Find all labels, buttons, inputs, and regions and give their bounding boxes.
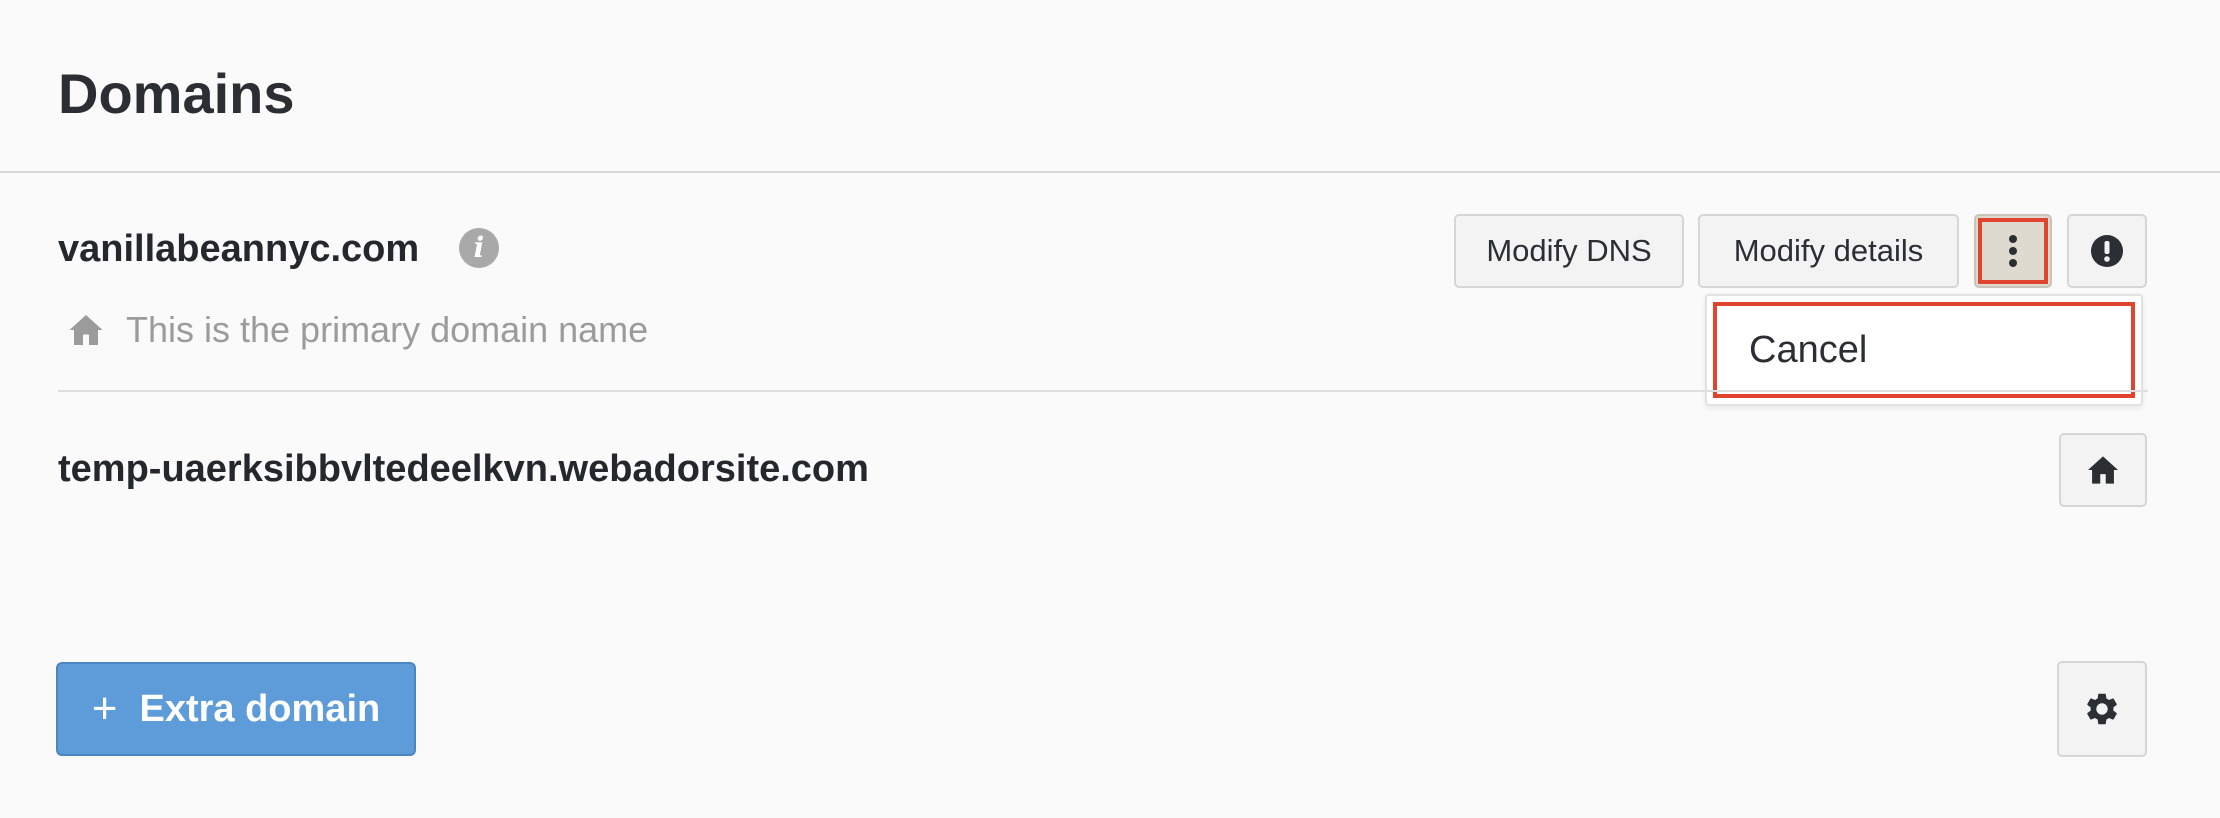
home-icon bbox=[68, 313, 104, 347]
page-title: Domains bbox=[58, 62, 295, 125]
set-primary-button[interactable] bbox=[2059, 433, 2147, 507]
primary-domain-name: vanillabeannyc.com bbox=[58, 228, 420, 270]
secondary-domain-name: temp-uaerksibbvltedeelkvn.webadorsite.co… bbox=[58, 448, 869, 490]
row-divider bbox=[58, 390, 2148, 392]
info-icon[interactable]: i bbox=[459, 228, 499, 268]
domains-page: Domains vanillabeannyc.com i This is the… bbox=[0, 0, 2220, 818]
warning-button[interactable] bbox=[2067, 214, 2147, 288]
settings-button[interactable] bbox=[2057, 661, 2147, 757]
modify-dns-button[interactable]: Modify DNS bbox=[1454, 214, 1684, 288]
extra-domain-button[interactable]: + Extra domain bbox=[56, 662, 416, 756]
primary-domain-note: This is the primary domain name bbox=[68, 306, 648, 354]
home-icon bbox=[2086, 455, 2120, 485]
cancel-menu-item[interactable]: Cancel bbox=[1713, 302, 2135, 398]
header-divider bbox=[0, 171, 2220, 173]
more-options-button[interactable] bbox=[1974, 214, 2052, 288]
plus-icon: + bbox=[91, 684, 118, 733]
more-vertical-icon bbox=[2008, 234, 2018, 268]
extra-domain-label: Extra domain bbox=[139, 687, 381, 730]
gear-icon bbox=[2083, 690, 2121, 728]
modify-details-button[interactable]: Modify details bbox=[1698, 214, 1959, 288]
alert-circle-icon bbox=[2090, 234, 2124, 268]
primary-domain-note-text: This is the primary domain name bbox=[126, 309, 649, 350]
